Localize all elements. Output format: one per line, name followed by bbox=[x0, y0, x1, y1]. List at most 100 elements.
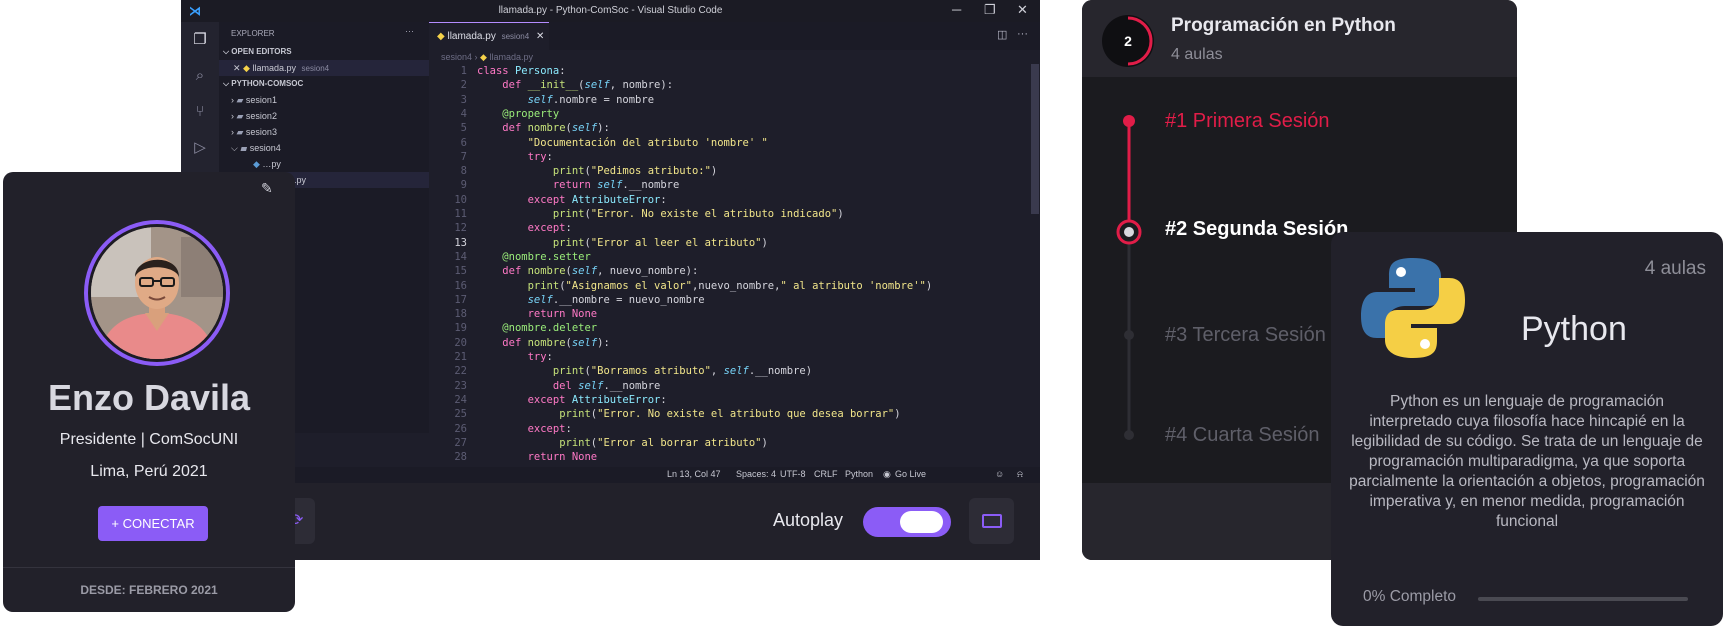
search-icon[interactable]: ⌕ bbox=[190, 66, 210, 86]
tab-close-icon[interactable]: ✕ bbox=[536, 31, 544, 42]
code-line[interactable]: return None bbox=[477, 450, 598, 464]
line-number: 6 bbox=[460, 136, 467, 149]
code-line[interactable]: @nombre.setter bbox=[477, 250, 591, 264]
close-icon[interactable]: ✕ bbox=[1017, 2, 1028, 18]
folder-label: sesion1 bbox=[245, 95, 277, 105]
profile-location: Lima, Perú 2021 bbox=[90, 463, 208, 480]
profile-role: Presidente | ComSocUNI bbox=[59, 431, 239, 448]
code-line[interactable]: class Persona: bbox=[477, 64, 566, 78]
code-editor[interactable]: 1 class Persona: 2 def __init__(self, nomb… bbox=[429, 64, 1040, 467]
project-label: PYTHON-COMSOC bbox=[231, 79, 304, 88]
project-section[interactable]: ⌵ PYTHON-COMSOC bbox=[219, 76, 429, 92]
status-position[interactable]: Ln 13, Col 47 bbox=[667, 469, 721, 479]
code-line[interactable]: except AttributeError: bbox=[477, 393, 667, 407]
code-line[interactable]: def __init__(self, nombre): bbox=[477, 78, 673, 92]
line-number: 4 bbox=[460, 107, 467, 120]
explorer-icon[interactable]: ❐ bbox=[190, 30, 210, 50]
session-item-1[interactable]: #1 Primera Sesión bbox=[1165, 110, 1330, 133]
status-golive[interactable]: Go Live bbox=[895, 469, 926, 479]
session-label: #1 Primera Sesión bbox=[1165, 110, 1330, 132]
source-control-icon[interactable]: ⑂ bbox=[190, 102, 210, 122]
close-editor-icon[interactable]: ✕ bbox=[233, 63, 243, 73]
folder-icon: ▰ bbox=[236, 111, 246, 121]
folder-item[interactable]: › ▰ sesion2 bbox=[219, 108, 429, 124]
restore-icon[interactable]: ❐ bbox=[984, 2, 996, 18]
breadcrumb[interactable]: sesion4 › ◆ llamada.py bbox=[441, 52, 533, 63]
profile-card: ✎ Enzo Davila Presidente | ComSocUNI Lim… bbox=[3, 172, 295, 612]
profile-name: Enzo Davila bbox=[47, 377, 251, 418]
code-line[interactable]: print("Error al leer el atributo") bbox=[477, 236, 768, 250]
line-number: 9 bbox=[460, 179, 467, 192]
code-line[interactable]: except AttributeError: bbox=[477, 193, 667, 207]
editor-tab[interactable]: ◆ llamada.py sesion4 ✕ bbox=[429, 22, 549, 50]
code-line[interactable]: print("Error. No existe el atributo indi… bbox=[477, 207, 844, 221]
open-editors-section[interactable]: ⌵ OPEN EDITORS bbox=[219, 44, 429, 60]
more-actions-icon[interactable]: ··· bbox=[405, 26, 414, 36]
course-badge-number: 2 bbox=[1124, 33, 1132, 49]
status-encoding[interactable]: UTF-8 bbox=[780, 469, 806, 479]
breadcrumb-folder[interactable]: sesion4 bbox=[441, 52, 472, 62]
edit-pencil-icon[interactable]: ✎ bbox=[261, 180, 273, 197]
code-line[interactable]: def nombre(self): bbox=[477, 121, 610, 135]
connect-button[interactable]: + CONECTAR bbox=[98, 506, 208, 541]
course-lesson-count: 4 aulas bbox=[1171, 46, 1223, 63]
code-line[interactable]: print("Error al borrar atributo") bbox=[477, 436, 768, 450]
editor-scrollbar[interactable] bbox=[1031, 64, 1039, 214]
line-number: 13 bbox=[454, 236, 467, 249]
code-line[interactable]: @property bbox=[477, 107, 559, 121]
folder-item[interactable]: ⌵ ▰ sesion4 bbox=[219, 140, 429, 156]
code-line[interactable]: self.nombre = nombre bbox=[477, 93, 654, 107]
code-line[interactable]: except: bbox=[477, 422, 572, 436]
code-line[interactable]: self.__nombre = nuevo_nombre bbox=[477, 293, 705, 307]
autoplay-toggle-knob[interactable] bbox=[900, 511, 943, 533]
code-line[interactable]: del self.__nombre bbox=[477, 379, 661, 393]
line-number: 24 bbox=[454, 393, 467, 406]
editor-area: ◆ llamada.py sesion4 ✕ ◫ ··· sesion4 › ◆… bbox=[429, 22, 1040, 467]
course-title: Programación en Python bbox=[1171, 15, 1396, 36]
more-actions-icon[interactable]: ··· bbox=[1017, 28, 1028, 40]
code-line[interactable]: return self.__nombre bbox=[477, 178, 679, 192]
folder-item[interactable]: › ▰ sesion1 bbox=[219, 92, 429, 108]
notifications-icon[interactable]: ⍾ bbox=[1017, 469, 1023, 480]
vscode-window: ⋊ llamada.py - Python-ComSoc - Visual St… bbox=[181, 0, 1040, 483]
code-line[interactable]: print("Asignamos el valor",nuevo_nombre,… bbox=[477, 279, 933, 293]
folder-item[interactable]: › ▰ sesion3 bbox=[219, 124, 429, 140]
line-number: 26 bbox=[454, 422, 467, 435]
line-number: 14 bbox=[454, 250, 467, 263]
code-line[interactable]: @nombre.deleter bbox=[477, 321, 597, 335]
session-item-3[interactable]: #3 Tercera Sesión bbox=[1165, 324, 1326, 347]
feedback-icon[interactable]: ☺ bbox=[995, 469, 1004, 479]
line-number: 7 bbox=[460, 150, 467, 163]
session-label: #2 Segunda Sesión bbox=[1165, 218, 1349, 240]
code-line[interactable]: try: bbox=[477, 350, 553, 364]
status-eol[interactable]: CRLF bbox=[814, 469, 838, 479]
minimize-icon[interactable]: ─ bbox=[952, 2, 961, 17]
code-line[interactable]: return None bbox=[477, 307, 598, 321]
file-item[interactable]: ◆ …py bbox=[219, 156, 429, 172]
run-debug-icon[interactable]: ▷ bbox=[190, 138, 210, 158]
session-item-2[interactable]: #2 Segunda Sesión bbox=[1165, 218, 1348, 241]
line-number: 25 bbox=[454, 408, 467, 421]
status-spaces[interactable]: Spaces: 4 bbox=[736, 469, 776, 479]
code-line[interactable]: def nombre(self): bbox=[477, 336, 610, 350]
progress-track bbox=[1478, 597, 1688, 601]
open-editor-item[interactable]: ✕ ◆ llamada.py sesion4 bbox=[219, 60, 429, 76]
code-line[interactable]: print("Pedimos atributo:") bbox=[477, 164, 717, 178]
line-number: 19 bbox=[454, 322, 467, 335]
code-line[interactable]: try: bbox=[477, 150, 553, 164]
split-editor-icon[interactable]: ◫ bbox=[997, 28, 1007, 41]
python-file-icon: ◆ bbox=[480, 52, 487, 62]
breadcrumb-file[interactable]: llamada.py bbox=[489, 52, 533, 62]
status-language[interactable]: Python bbox=[845, 469, 873, 479]
python-logo-icon bbox=[1361, 258, 1465, 358]
member-since: DESDE: FEBRERO 2021 bbox=[3, 567, 295, 612]
code-line[interactable]: print("Error. No existe el atributo que … bbox=[477, 407, 900, 421]
line-number: 20 bbox=[454, 336, 467, 349]
line-number: 2 bbox=[460, 79, 467, 92]
code-line[interactable]: except: bbox=[477, 221, 572, 235]
line-number: 27 bbox=[454, 436, 467, 449]
session-item-4[interactable]: #4 Cuarta Sesión bbox=[1165, 424, 1320, 447]
code-line[interactable]: def nombre(self, nuevo_nombre): bbox=[477, 264, 698, 278]
code-line[interactable]: "Documentación del atributo 'nombre' " bbox=[477, 136, 768, 150]
code-line[interactable]: print("Borramos atributo", self.__nombre… bbox=[477, 364, 812, 378]
